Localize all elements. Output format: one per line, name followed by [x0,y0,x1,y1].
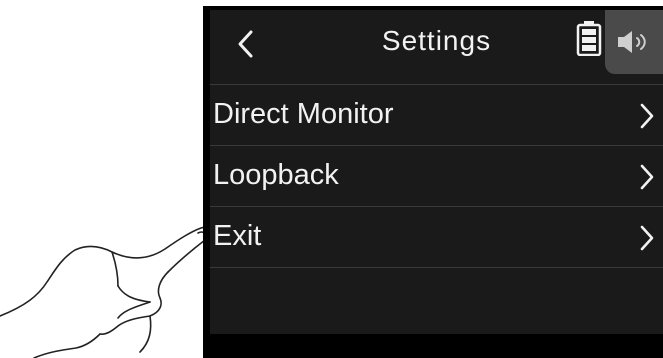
empty-row [210,268,663,328]
bottom-bar [210,334,663,358]
header-bar: Settings [210,10,663,85]
settings-menu: Direct Monitor Loopback Exit [210,85,663,328]
speaker-button[interactable] [605,10,663,74]
recorder-device: Settings Direct Monitor Loopback Exit [203,6,663,358]
menu-item-label: Exit [213,220,262,252]
chevron-left-icon[interactable] [226,24,266,64]
chevron-right-icon [640,225,654,251]
menu-item-label: Loopback [213,159,339,191]
settings-screen: Settings Direct Monitor Loopback Exit [210,10,663,358]
chevron-right-icon [640,164,654,190]
pointing-hand-icon [0,226,210,358]
menu-item-exit[interactable]: Exit [210,207,663,268]
speaker-icon [618,31,646,53]
battery-icon [576,21,602,56]
menu-item-loopback[interactable]: Loopback [210,146,663,207]
page-title: Settings [381,25,492,56]
menu-item-direct-monitor[interactable]: Direct Monitor [210,85,663,146]
menu-item-label: Direct Monitor [213,98,394,130]
chevron-right-icon [640,103,654,129]
